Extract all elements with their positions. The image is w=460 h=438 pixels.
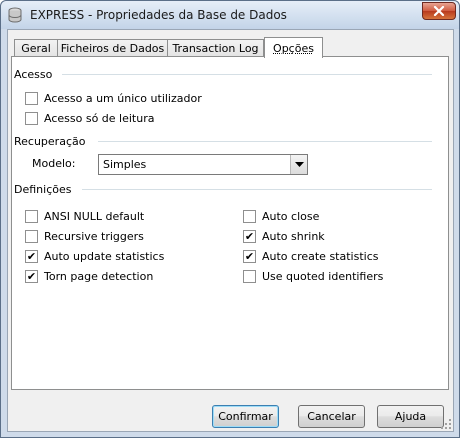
checkbox-box[interactable] (243, 269, 256, 283)
modelo-select-value: Simples (103, 158, 147, 171)
checkbox-auto-shrink[interactable]: ✔ Auto shrink (243, 229, 325, 243)
window-title: EXPRESS - Propriedades da Base de Dados (30, 8, 287, 22)
checkbox-box[interactable] (25, 91, 38, 105)
dialog-client-area: Geral Ficheiros de Dados Transaction Log… (7, 29, 454, 432)
tab-ficheiros-de-dados[interactable]: Ficheiros de Dados (57, 39, 168, 57)
tab-transaction-log[interactable]: Transaction Log (167, 39, 264, 57)
tab-geral[interactable]: Geral (14, 39, 58, 57)
dropdown-arrow-icon[interactable] (290, 155, 307, 174)
checkbox-recursive-triggers[interactable]: Recursive triggers (25, 229, 144, 243)
checkbox-box[interactable]: ✔ (243, 249, 256, 263)
section-recuperacao-label: Recuperação (14, 135, 86, 148)
title-bar[interactable]: EXPRESS - Propriedades da Base de Dados (1, 1, 459, 29)
cancel-button[interactable]: Cancelar (298, 405, 365, 428)
section-divider (98, 141, 432, 143)
checkbox-box[interactable] (25, 111, 38, 125)
close-button[interactable] (422, 2, 456, 20)
close-icon (433, 6, 445, 16)
options-tab-panel: Acesso Acesso a um único utilizador Aces… (11, 56, 449, 390)
checkbox-box[interactable] (25, 209, 38, 223)
checkbox-box[interactable] (25, 229, 38, 243)
checkbox-box[interactable] (243, 209, 256, 223)
checkbox-box[interactable]: ✔ (25, 269, 38, 283)
checkbox-use-quoted-identifiers[interactable]: Use quoted identifiers (243, 269, 383, 283)
checkbox-auto-close[interactable]: Auto close (243, 209, 319, 223)
checkbox-box[interactable]: ✔ (25, 249, 38, 263)
section-divider (62, 74, 432, 76)
resize-grip-icon[interactable] (441, 419, 452, 430)
section-divider (82, 189, 432, 191)
help-button[interactable]: Ajuda (377, 405, 444, 428)
confirm-button[interactable]: Confirmar (212, 405, 279, 428)
checkbox-auto-create-statistics[interactable]: ✔ Auto create statistics (243, 249, 378, 263)
checkbox-auto-update-statistics[interactable]: ✔ Auto update statistics (25, 249, 164, 263)
checkbox-single-user[interactable]: Acesso a um único utilizador (25, 91, 202, 105)
modelo-select[interactable]: Simples (98, 154, 308, 175)
section-definicoes-label: Definições (14, 183, 72, 196)
checkbox-torn-page-detection[interactable]: ✔ Torn page detection (25, 269, 153, 283)
tab-opcoes[interactable]: Opções (264, 37, 323, 58)
database-icon (8, 7, 22, 23)
checkbox-box[interactable]: ✔ (243, 229, 256, 243)
checkbox-ansi-null-default[interactable]: ANSI NULL default (25, 209, 144, 223)
section-acesso-label: Acesso (14, 68, 53, 81)
dialog-window: EXPRESS - Propriedades da Base de Dados … (0, 0, 460, 438)
modelo-label: Modelo: (32, 157, 76, 170)
checkbox-read-only[interactable]: Acesso só de leitura (25, 111, 154, 125)
